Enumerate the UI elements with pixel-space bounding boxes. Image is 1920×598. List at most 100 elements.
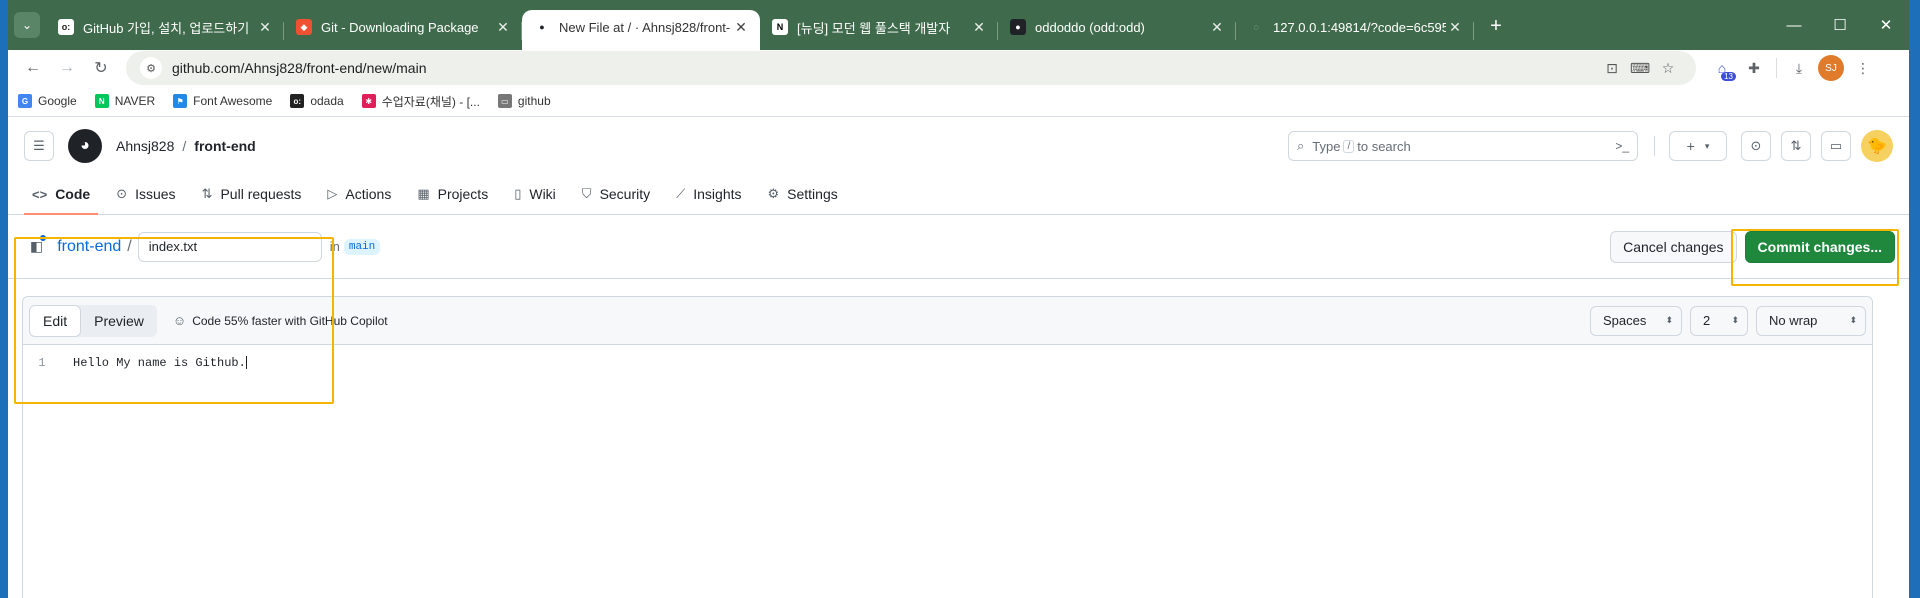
nav-label: Actions [345, 186, 392, 202]
browser-tab[interactable]: N [뉴딩] 모던 웹 풀스택 개발자 ✕ [760, 10, 998, 50]
close-tab-icon[interactable]: ✕ [970, 19, 988, 36]
extension-button[interactable]: ⌂ 13 [1706, 53, 1738, 83]
global-search-input[interactable]: ⌕ Type / to search >_ [1288, 131, 1638, 161]
tab-pull-requests[interactable]: ⇅ Pull requests [194, 174, 310, 214]
browser-tab[interactable]: ◆ Git - Downloading Package ✕ [284, 10, 522, 50]
bookmark-item[interactable]: ▭ github [497, 94, 551, 108]
tab-code[interactable]: <> Code [24, 174, 99, 215]
address-bar[interactable]: ⚙ github.com/Ahnsj828/front-end/new/main… [126, 51, 1696, 85]
code-line[interactable]: 1 Hello My name is Github. [23, 353, 1872, 373]
file-tree-toggle-icon[interactable]: ◧ [30, 235, 47, 255]
close-tab-icon[interactable]: ✕ [1208, 19, 1226, 36]
bookmark-item[interactable]: G Google [18, 94, 77, 108]
nav-icon: ⇅ [201, 186, 213, 201]
browser-tab[interactable]: ● oddoddo (odd:odd) ✕ [998, 10, 1236, 50]
create-new-button[interactable]: + ▾ [1669, 131, 1727, 161]
extensions-puzzle-button[interactable]: ✚ [1738, 53, 1770, 83]
menu-button[interactable]: ⋮ [1847, 53, 1879, 83]
nav-icon: ⟋ [676, 186, 686, 201]
browser-tab[interactable]: o: GitHub 가입, 설치, 업로드하기 ✕ [46, 10, 284, 50]
close-tab-icon[interactable]: ✕ [1446, 19, 1464, 36]
header-actions: ⌕ Type / to search >_ + ▾ ⊙ ⇅ ▭ 🐤 [1288, 130, 1893, 162]
bookmark-icon: ✱ [361, 94, 376, 108]
indent-size-select[interactable]: 2 ⬍ [1690, 305, 1748, 336]
bookmark-item[interactable]: N NAVER [94, 94, 155, 108]
close-window-button[interactable]: ✕ [1863, 0, 1909, 50]
tab-wiki[interactable]: ▯ Wiki [506, 174, 564, 214]
github-logo-icon[interactable]: ◕ [68, 129, 102, 163]
wrap-mode-value: No wrap [1769, 313, 1818, 328]
bookmark-item[interactable]: o: odada [290, 94, 344, 108]
new-tab-button[interactable]: + [1484, 15, 1508, 38]
url-text[interactable]: github.com/Ahnsj828/front-end/new/main [172, 60, 1598, 76]
hamburger-menu-button[interactable]: ☰ [24, 131, 54, 161]
puzzle-icon: ✚ [1748, 59, 1760, 76]
bookmark-item[interactable]: ✱ 수업자료(채널) - [... [361, 93, 480, 110]
git-pull-request-icon: ⇅ [1790, 138, 1802, 153]
indent-size-value: 2 [1703, 313, 1711, 328]
pull-requests-button[interactable]: ⇅ [1781, 131, 1811, 161]
bookmark-label: Google [38, 94, 77, 108]
nav-icon: ▯ [514, 186, 522, 201]
breadcrumb-repo[interactable]: front-end [194, 138, 255, 154]
copilot-text: Code 55% faster with GitHub Copilot [192, 313, 388, 328]
plus-icon: + [1686, 138, 1695, 154]
tab-edit[interactable]: Edit [29, 304, 82, 337]
copilot-promo[interactable]: ☺ Code 55% faster with GitHub Copilot [173, 313, 388, 328]
close-tab-icon[interactable]: ✕ [494, 19, 512, 36]
tab-title: New File at / · Ahnsj828/front- [559, 19, 731, 35]
cancel-changes-button[interactable]: Cancel changes [1610, 230, 1737, 263]
tab-list: o: GitHub 가입, 설치, 업로드하기 ✕ ◆ Git - Downloadin… [46, 10, 1474, 50]
line-text[interactable]: Hello My name is Github. [61, 356, 247, 370]
toolbar: ← → ↻ ⚙ github.com/Ahnsj828/front-end/ne… [8, 50, 1909, 86]
wrap-mode-select[interactable]: No wrap ⬍ [1756, 305, 1866, 336]
browser-tab[interactable]: ● New File at / · Ahnsj828/front- ✕ [522, 10, 760, 50]
nav-label: Pull requests [220, 186, 302, 202]
install-app-icon[interactable]: ⊡ [1598, 60, 1626, 77]
tab-favicon-icon: N [772, 19, 788, 35]
bookmark-star-icon[interactable]: ☆ [1654, 60, 1682, 77]
tab-settings[interactable]: ⚙ Settings [760, 174, 846, 214]
select-caret-icon: ⬍ [1849, 315, 1857, 325]
search-shortcut-key: / [1343, 139, 1355, 153]
in-label: in [329, 239, 340, 254]
branch-label: main [343, 238, 381, 255]
editor-toolbar: Edit Preview ☺ Code 55% faster with GitH… [23, 297, 1872, 345]
tab-strip: ⌄ o: GitHub 가입, 설치, 업로드하기 ✕ ◆ Git - Download… [8, 0, 1909, 50]
nav-icon: ▦ [417, 186, 430, 201]
tab-insights[interactable]: ⟋ Insights [668, 174, 749, 214]
reload-button[interactable]: ↻ [86, 53, 116, 83]
tab-issues[interactable]: ⊙ Issues [108, 174, 183, 214]
command-palette-icon[interactable]: >_ [1615, 139, 1629, 153]
filename-input[interactable] [137, 231, 322, 262]
issue-opened-icon: ⊙ [1750, 138, 1762, 153]
browser-tab[interactable]: ◌ 127.0.0.1:49814/?code=6c595e ✕ [1236, 10, 1474, 50]
close-tab-icon[interactable]: ✕ [256, 19, 274, 36]
maximize-button[interactable]: ☐ [1817, 0, 1863, 50]
translate-icon[interactable]: ⌨ [1626, 60, 1654, 77]
inbox-button[interactable]: ▭ [1821, 131, 1851, 161]
issues-button[interactable]: ⊙ [1741, 131, 1771, 161]
breadcrumb-owner[interactable]: Ahnsj828 [116, 138, 174, 154]
bookmark-item[interactable]: ⚑ Font Awesome [173, 94, 272, 108]
user-avatar[interactable]: 🐤 [1861, 130, 1893, 162]
forward-button[interactable]: → [52, 53, 82, 83]
profile-button[interactable]: SJ [1815, 53, 1847, 83]
back-button[interactable]: ← [18, 53, 48, 83]
tab-favicon-icon: o: [58, 19, 74, 35]
indent-mode-select[interactable]: Spaces ⬍ [1590, 305, 1682, 336]
tab-preview[interactable]: Preview [81, 305, 157, 337]
commit-changes-button[interactable]: Commit changes... [1744, 230, 1895, 263]
close-tab-icon[interactable]: ✕ [732, 19, 750, 36]
editor-settings: Spaces ⬍ 2 ⬍ No wrap ⬍ [1590, 305, 1866, 336]
tab-actions[interactable]: ▷ Actions [319, 174, 399, 214]
tab-search-button[interactable]: ⌄ [14, 12, 40, 38]
downloads-button[interactable]: ⤓ [1783, 53, 1815, 83]
path-repo-link[interactable]: front-end [57, 238, 121, 256]
minimize-button[interactable]: — [1771, 0, 1817, 50]
tab-projects[interactable]: ▦ Projects [409, 174, 496, 214]
site-info-icon[interactable]: ⚙ [140, 57, 162, 79]
tab-favicon-icon: ◆ [296, 19, 312, 35]
code-content[interactable]: 1 Hello My name is Github. [23, 345, 1872, 373]
tab-security[interactable]: ⛉ Security [574, 174, 658, 214]
